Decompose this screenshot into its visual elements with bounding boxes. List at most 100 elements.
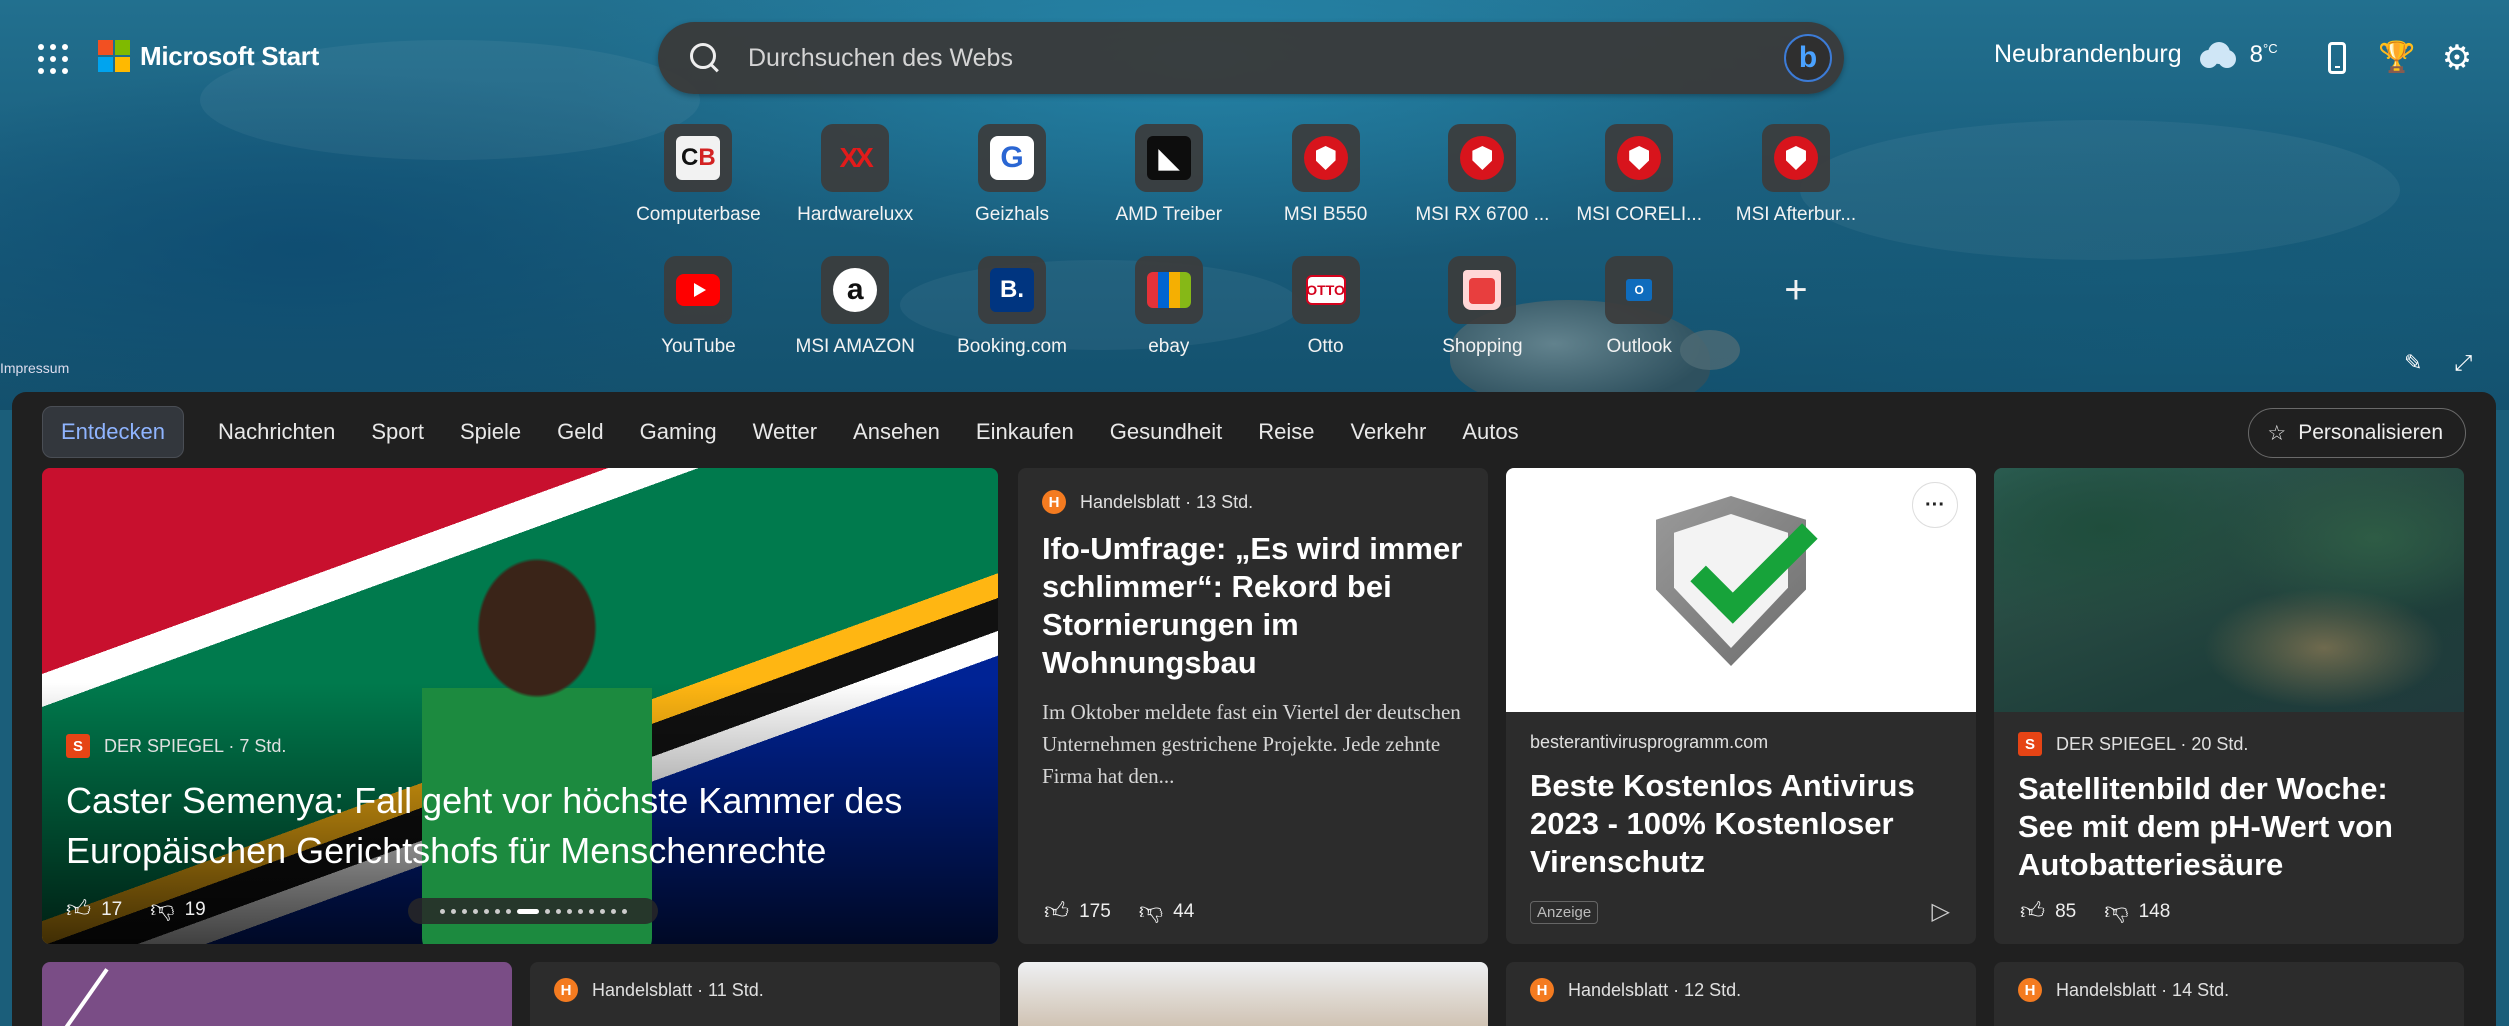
ad-choices-icon[interactable]: ▷ [1932, 897, 1950, 926]
tab-spiele[interactable]: Spiele [442, 419, 539, 445]
quicklink-amd-treiber[interactable]: ◣ AMD Treiber [1090, 124, 1247, 256]
tab-reise[interactable]: Reise [1240, 419, 1332, 445]
carousel-pager[interactable] [408, 898, 658, 924]
ad-card[interactable]: ··· besterantivirusprogramm.com Beste Ko… [1506, 468, 1976, 944]
source-label: Handelsblatt · 13 Std. [1080, 491, 1254, 512]
news-card[interactable]: H Handelsblatt · 12 Std. [1506, 962, 1976, 1026]
personalize-button[interactable]: ☆ Personalisieren [2248, 408, 2466, 458]
edit-background-icon[interactable]: ✎ [2404, 350, 2422, 376]
computerbase-icon: CB [676, 136, 721, 180]
amd-icon: ◣ [1146, 136, 1191, 180]
dislike-button[interactable]: 👎︎ 148 [2104, 898, 2170, 926]
brand-link[interactable]: Microsoft Start [98, 40, 319, 72]
quicklink-label: MSI Afterbur... [1735, 204, 1857, 225]
trophy-icon[interactable]: 🏆 [2378, 40, 2415, 76]
outlook-icon: O [1626, 279, 1653, 301]
weather-city: Neubrandenburg [1994, 40, 2182, 68]
tab-verkehr[interactable]: Verkehr [1333, 419, 1445, 445]
quicklink-outlook[interactable]: O Outlook [1561, 256, 1718, 388]
news-card[interactable]: S DER SPIEGEL · 20 Std. Satellitenbild d… [1994, 468, 2464, 944]
youtube-icon [676, 274, 721, 306]
reactions: 👍︎ 85 👎︎ 148 [2020, 898, 2170, 926]
source-label: DER SPIEGEL · 7 Std. [104, 735, 287, 756]
quicklink-msi-coreliquid[interactable]: MSI CORELI... [1561, 124, 1718, 256]
quicklink-otto[interactable]: OTTO Otto [1247, 256, 1404, 388]
tab-entdecken[interactable]: Entdecken [42, 406, 184, 458]
otto-icon: OTTO [1305, 275, 1346, 305]
quick-links: CB Computerbase XX Hardwareluxx G Geizha… [620, 124, 1920, 388]
source-label: DER SPIEGEL · 20 Std. [2056, 733, 2249, 754]
quicklink-label: YouTube [661, 336, 736, 357]
spiegel-logo-icon: S [66, 734, 90, 758]
card-snippet: Im Oktober meldete fast ein Viertel der … [1042, 700, 1461, 788]
tab-einkaufen[interactable]: Einkaufen [958, 419, 1092, 445]
more-options-icon[interactable]: ··· [1912, 482, 1958, 528]
brand-name: Microsoft Start [140, 40, 319, 71]
card-title[interactable]: Satellitenbild der Woche: See mit dem pH… [2018, 770, 2440, 884]
tab-gesundheit[interactable]: Gesundheit [1092, 419, 1241, 445]
quicklink-msi-rx6700[interactable]: MSI RX 6700 ... [1404, 124, 1561, 256]
quicklink-msi-afterburner[interactable]: MSI Afterbur... [1718, 124, 1875, 256]
tab-geld[interactable]: Geld [539, 419, 621, 445]
hero-tools: ✎ ⤢ [2404, 350, 2472, 376]
quicklink-youtube[interactable]: YouTube [620, 256, 777, 388]
quicklink-label: Geizhals [975, 204, 1049, 225]
phone-icon[interactable] [2320, 40, 2354, 76]
expand-icon[interactable]: ⤢ [2454, 350, 2472, 376]
satellite-image [1994, 468, 2464, 712]
news-card[interactable] [42, 962, 512, 1026]
quicklink-msi-amazon[interactable]: a MSI AMAZON [777, 256, 934, 388]
like-button[interactable]: 👍︎ 17 [66, 896, 122, 924]
card-title[interactable]: Beste Kostenlos Antivirus 2023 - 100% Ko… [1530, 767, 1952, 881]
like-button[interactable]: 👍︎ 175 [1044, 898, 1111, 926]
impressum-link[interactable]: Impressum [0, 360, 69, 376]
quicklink-label: Hardwareluxx [797, 204, 914, 225]
tab-ansehen[interactable]: Ansehen [835, 419, 958, 445]
bing-chat-icon[interactable]: b [1784, 34, 1832, 82]
like-button[interactable]: 👍︎ 85 [2020, 898, 2076, 926]
news-card[interactable]: H Handelsblatt · 11 Std. [530, 962, 1000, 1026]
dislike-button[interactable]: 👎︎ 19 [150, 896, 206, 924]
card-title[interactable]: Caster Semenya: Fall geht vor höchste Ka… [66, 776, 974, 876]
quicklink-label: Booking.com [957, 336, 1067, 357]
hero-news-card[interactable]: S DER SPIEGEL · 7 Std. Caster Semenya: F… [42, 468, 998, 944]
cloud-icon [2196, 41, 2236, 68]
tab-gaming[interactable]: Gaming [622, 419, 735, 445]
quicklink-shopping[interactable]: Shopping [1404, 256, 1561, 388]
news-card[interactable]: H Handelsblatt · 13 Std. Ifo-Umfrage: „E… [1018, 468, 1488, 944]
search-input[interactable] [748, 43, 1708, 73]
gear-icon[interactable]: ⚙ [2440, 40, 2474, 76]
weather-widget[interactable]: Neubrandenburg 8°C [1994, 40, 2278, 69]
news-card[interactable] [1018, 962, 1488, 1026]
source-label: Handelsblatt · 12 Std. [1568, 979, 1742, 1000]
search-bar[interactable]: b [658, 22, 1844, 94]
quicklink-label: ebay [1148, 336, 1190, 357]
hardwareluxx-icon: XX [839, 142, 874, 173]
quicklink-label: MSI RX 6700 ... [1415, 204, 1550, 225]
quicklink-ebay[interactable]: ebay [1090, 256, 1247, 388]
star-edit-icon: ☆ [2267, 421, 2287, 445]
card-source: H Handelsblatt · 13 Std. [1042, 490, 1464, 514]
search-icon[interactable] [688, 41, 722, 75]
news-card[interactable]: H Handelsblatt · 14 Std. [1994, 962, 2464, 1026]
card-title[interactable]: Ifo-Umfrage: „Es wird immer schlimmer“: … [1042, 530, 1464, 682]
tab-sport[interactable]: Sport [353, 419, 442, 445]
handelsblatt-logo-icon: H [1530, 978, 1554, 1002]
quicklink-computerbase[interactable]: CB Computerbase [620, 124, 777, 256]
dislike-button[interactable]: 👎︎ 44 [1139, 898, 1195, 926]
quicklink-msi-b550[interactable]: MSI B550 [1247, 124, 1404, 256]
quicklink-geizhals[interactable]: G Geizhals [934, 124, 1091, 256]
quicklink-hardwareluxx[interactable]: XX Hardwareluxx [777, 124, 934, 256]
add-quicklink-button[interactable]: + [1718, 256, 1875, 388]
tab-wetter[interactable]: Wetter [735, 419, 835, 445]
tab-autos[interactable]: Autos [1444, 419, 1536, 445]
top-bar: Microsoft Start b Neubrandenburg 8°C 🏆 ⚙ [0, 0, 2509, 120]
quicklink-label: MSI AMAZON [795, 336, 915, 357]
app-launcher-icon[interactable] [38, 44, 70, 76]
quicklink-booking[interactable]: B. Booking.com [934, 256, 1091, 388]
top-icons: 🏆 ⚙ [2320, 40, 2474, 76]
quicklink-label: MSI CORELI... [1576, 204, 1702, 225]
microsoft-logo-icon [98, 40, 130, 72]
tab-nachrichten[interactable]: Nachrichten [200, 419, 353, 445]
quicklink-label: MSI B550 [1283, 204, 1368, 225]
